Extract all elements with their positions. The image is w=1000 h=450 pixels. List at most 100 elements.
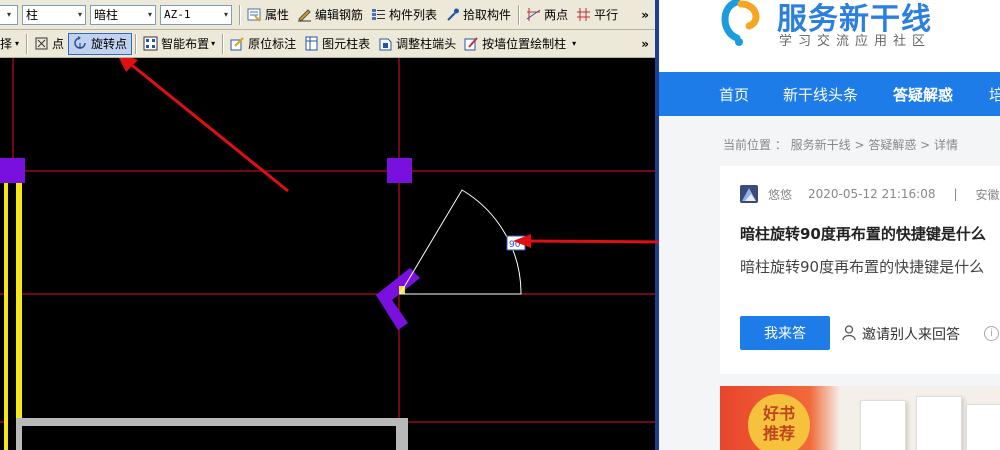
adjust-column-end-label: 调整柱端头 <box>396 37 457 51</box>
point-label: 点 <box>52 37 65 51</box>
canvas-background <box>0 58 655 450</box>
component-subtype-select[interactable]: 暗柱 ▾ <box>90 4 156 25</box>
pen-icon <box>297 7 312 22</box>
component-list-button[interactable]: 构件列表 <box>367 4 441 26</box>
question-region: 安徽省 <box>975 187 1000 202</box>
drawing-canvas[interactable]: 90 <box>0 58 655 450</box>
adjust-icon <box>378 36 393 51</box>
two-points-label: 两点 <box>544 8 569 22</box>
question-date: 2020-05-12 21:16:08 <box>808 187 936 201</box>
two-points-icon <box>526 7 541 22</box>
origin-mark-label: 原位标注 <box>248 37 297 51</box>
site-header: 服务新干线 学习交流应用社区 <box>659 0 1000 72</box>
component-type-value: 柱 <box>26 8 39 22</box>
column-marker[interactable] <box>387 158 412 183</box>
point-box-icon <box>34 36 49 51</box>
invite-label: 邀请别人来回答 <box>862 327 960 343</box>
edit-rebar-label: 编辑钢筋 <box>315 8 364 22</box>
invite-answer-link[interactable]: 邀请别人来回答 <box>842 324 960 344</box>
book-cover <box>860 400 906 450</box>
smart-place-button[interactable]: 智能布置 ▾ <box>139 33 219 55</box>
cad-window: ▾ 柱 ▾ 暗柱 ▾ AZ-1 ▾ 属性 编辑钢筋 构件列表 拾取构件 两点 平… <box>0 0 655 450</box>
chevron-down-icon: ▾ <box>7 10 12 19</box>
toolbar-separator <box>222 33 224 54</box>
select-button[interactable]: 择 ▾ <box>0 33 23 55</box>
annotation-arrowhead <box>513 234 531 248</box>
rotate-point-button[interactable]: 旋转点 <box>68 32 133 55</box>
chevron-down-icon: ▾ <box>223 10 228 19</box>
list-icon <box>371 7 386 22</box>
parallel-button[interactable]: 平行 <box>572 4 622 26</box>
place-by-wall-button[interactable]: 按墙位置绘制柱 ▾ <box>460 33 580 55</box>
parallel-icon <box>576 7 591 22</box>
book-cover <box>916 396 962 450</box>
pick-component-button[interactable]: 拾取构件 <box>441 4 515 26</box>
two-points-button[interactable]: 两点 <box>522 4 572 26</box>
toolbar-overflow-button[interactable]: » <box>641 8 649 22</box>
column-marker[interactable] <box>0 158 25 183</box>
site-slogan: 学习交流应用社区 <box>779 34 932 49</box>
toolbar-separator <box>518 4 520 25</box>
question-meta: 悠悠 2020-05-12 21:16:08 | 安徽省 <box>740 185 1000 203</box>
properties-icon <box>247 7 262 22</box>
origin-mark-button[interactable]: 原位标注 <box>226 33 300 55</box>
nav-item-headlines[interactable]: 新干线头条 <box>783 84 858 105</box>
book-cover <box>966 404 1000 450</box>
question-description: 暗柱旋转90度再布置的快捷键是什么 <box>740 258 985 276</box>
adjust-column-end-button[interactable]: 调整柱端头 <box>374 33 460 55</box>
toolbar-separator <box>135 33 137 54</box>
main-nav: 首页 新干线头条 答疑解惑 培 <box>659 72 1000 116</box>
toolbar-overflow-button[interactable]: » <box>641 37 649 51</box>
table-column-button[interactable]: 图元柱表 <box>300 33 374 55</box>
nav-item-training[interactable]: 培 <box>989 84 1000 105</box>
ad-banner[interactable]: 好书 推荐 <box>720 386 1000 450</box>
rotate-icon <box>73 36 88 51</box>
component-list-label: 构件列表 <box>389 8 438 22</box>
toolbar-draw: 择 ▾ 点 旋转点 智能布置 ▾ 原位标注 图元柱表 调整柱端头 按墙位置绘制柱… <box>0 30 655 58</box>
component-name-value: AZ-1 <box>164 8 191 21</box>
ad-badge-line1: 好书 <box>762 404 795 423</box>
breadcrumb: 当前位置 ： 服务新干线 > 答疑解惑 > 详情 <box>723 138 958 152</box>
answer-button[interactable]: 我来答 <box>740 316 830 350</box>
web-page: 服务新干线 学习交流应用社区 首页 新干线头条 答疑解惑 培 当前位置 ： 服务… <box>659 0 1000 450</box>
edit-rebar-button[interactable]: 编辑钢筋 <box>293 4 367 26</box>
component-name-select[interactable]: AZ-1 ▾ <box>160 4 232 25</box>
rotate-point-label: 旋转点 <box>91 37 128 51</box>
toolbar-component: ▾ 柱 ▾ 暗柱 ▾ AZ-1 ▾ 属性 编辑钢筋 构件列表 拾取构件 两点 平… <box>0 0 655 30</box>
smart-place-label: 智能布置 <box>161 37 210 51</box>
annotation-arrow <box>526 239 665 244</box>
floor-combo[interactable]: ▾ <box>0 4 18 25</box>
user-icon <box>842 324 856 344</box>
properties-button[interactable]: 属性 <box>243 4 293 26</box>
chevron-down-icon: ▾ <box>147 10 152 19</box>
nav-item-qa[interactable]: 答疑解惑 <box>893 84 953 105</box>
toolbar-separator <box>26 33 28 54</box>
annotate-icon <box>230 36 245 51</box>
eyedropper-icon <box>445 7 460 22</box>
wall-gray-inner <box>22 426 396 450</box>
table-icon <box>304 36 319 51</box>
site-logo[interactable] <box>717 0 769 46</box>
pick-component-label: 拾取构件 <box>463 8 512 22</box>
question-author[interactable]: 悠悠 <box>768 186 792 203</box>
chevron-down-icon: ▾ <box>572 39 577 48</box>
place-by-wall-label: 按墙位置绘制柱 <box>482 37 567 51</box>
component-type-select[interactable]: 柱 ▾ <box>22 4 86 25</box>
wall-pen-icon <box>464 36 479 51</box>
annotation-arrow-long <box>513 234 665 248</box>
grid-icon <box>143 36 158 51</box>
table-column-label: 图元柱表 <box>322 37 371 51</box>
point-button[interactable]: 点 <box>30 33 68 55</box>
ad-badge: 好书 推荐 <box>748 394 810 450</box>
wall-yellow-inner <box>8 171 16 450</box>
avatar[interactable] <box>740 185 758 203</box>
info-icon[interactable]: i <box>984 326 999 341</box>
properties-label: 属性 <box>265 8 290 22</box>
chevron-down-icon: ▾ <box>77 10 82 19</box>
chevron-down-icon: ▾ <box>211 39 216 48</box>
ad-badge-line2: 推荐 <box>762 424 795 443</box>
parallel-label: 平行 <box>594 8 619 22</box>
select-label: 择 <box>0 37 13 51</box>
meta-divider: | <box>953 187 958 201</box>
nav-item-home[interactable]: 首页 <box>719 84 749 105</box>
